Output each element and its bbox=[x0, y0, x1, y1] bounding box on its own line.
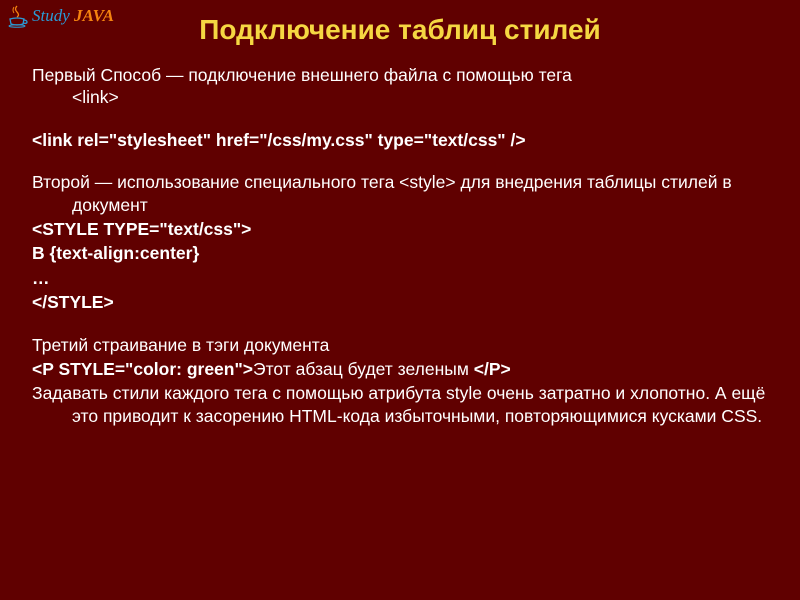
code-inline: <P STYLE="color: green">Этот абзац будет… bbox=[32, 358, 772, 380]
p1-tag: <link> bbox=[32, 86, 119, 108]
slide-content: Первый Способ — подключение внешнего фай… bbox=[0, 64, 800, 427]
slide-title: Подключение таблиц стилей bbox=[0, 0, 800, 64]
code-style-open: <STYLE TYPE="text/css"> bbox=[32, 218, 772, 240]
code-style-rule: B {text-align:center} bbox=[32, 242, 772, 264]
logo-text: Study JAVA bbox=[32, 6, 114, 26]
paragraph-2: Второй — использование специального тега… bbox=[32, 171, 772, 216]
paragraph-4: Задавать стили каждого тега с помощью ат… bbox=[32, 382, 772, 427]
code-p-text: Этот абзац будет зеленым bbox=[253, 359, 474, 379]
code-link: <link rel="stylesheet" href="/css/my.css… bbox=[32, 129, 772, 151]
logo: Study JAVA bbox=[6, 4, 114, 28]
logo-study: Study bbox=[32, 6, 70, 25]
logo-java: JAVA bbox=[70, 6, 114, 25]
code-p-open: <P STYLE="color: green"> bbox=[32, 359, 253, 379]
paragraph-3: Третий страивание в тэги документа bbox=[32, 334, 772, 356]
code-style-close: </STYLE> bbox=[32, 291, 772, 313]
paragraph-1: Первый Способ — подключение внешнего фай… bbox=[32, 64, 772, 109]
java-cup-icon bbox=[6, 4, 28, 28]
code-p-close: </P> bbox=[474, 359, 511, 379]
p1-text: Первый Способ — подключение внешнего фай… bbox=[32, 65, 572, 85]
code-style-ellipsis: … bbox=[32, 267, 772, 289]
